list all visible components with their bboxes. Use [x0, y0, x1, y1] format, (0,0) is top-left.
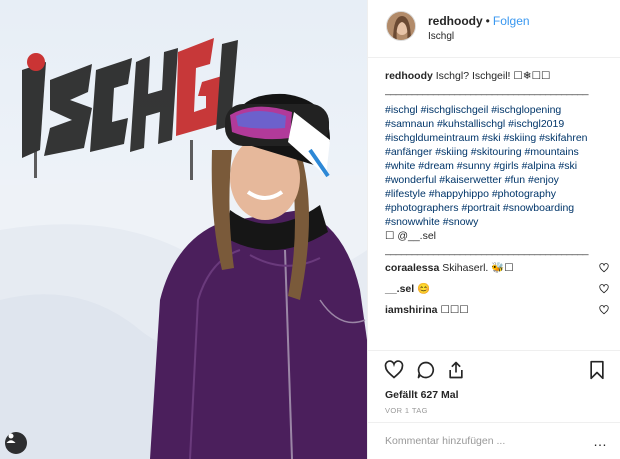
person-tag-icon	[6, 433, 16, 443]
share-icon	[449, 361, 463, 379]
header-username[interactable]: redhoody	[428, 14, 483, 28]
post-header: redhoody • Folgen Ischgl	[368, 0, 620, 58]
share-button[interactable]	[446, 360, 466, 385]
heart-icon	[599, 284, 609, 294]
caption-divider-top: ______________________________________	[385, 84, 588, 96]
comment-text: 😊	[417, 283, 431, 295]
location-link[interactable]: Ischgl	[428, 31, 454, 42]
caption-hashtags[interactable]: #ischgl #ischglischgeil #ischglopening #…	[385, 103, 595, 229]
caption-mention[interactable]: ☐ @__.sel	[385, 229, 595, 243]
comment-like-button[interactable]	[599, 305, 609, 319]
heart-icon	[599, 263, 609, 273]
post-photo[interactable]	[0, 0, 367, 459]
avatar-image	[387, 12, 415, 40]
more-options-icon[interactable]: …	[593, 433, 607, 449]
photo-illustration	[0, 38, 367, 459]
bookmark-button[interactable]	[588, 360, 606, 385]
comments-area[interactable]: redhoody Ischgl? Ischgeil! ☐❄☐☐ ________…	[368, 59, 620, 349]
comment-like-button[interactable]	[599, 263, 609, 277]
caption-divider-bottom: ______________________________________	[385, 244, 588, 256]
post-timestamp: VOR 1 TAG	[385, 406, 428, 415]
comment-button[interactable]	[416, 360, 436, 385]
add-comment-bar: …	[368, 422, 620, 459]
heart-icon	[599, 305, 609, 315]
avatar[interactable]	[386, 11, 416, 41]
comment-icon	[417, 361, 435, 379]
post-actions: Gefällt 627 Mal VOR 1 TAG	[368, 350, 620, 420]
comment-item: iamshirina ☐☐☐	[385, 303, 609, 322]
comment-item: __.sel 😊	[385, 282, 609, 301]
like-button[interactable]	[384, 360, 404, 385]
comment-item: coraalessa Skihaserl. 🐝☐	[385, 261, 609, 280]
comment-username[interactable]: iamshirina	[385, 304, 438, 316]
bookmark-icon	[590, 360, 604, 380]
post-side-panel: redhoody • Folgen Ischgl redhoody Ischgl? …	[367, 0, 620, 459]
person-tag-button[interactable]	[5, 432, 27, 454]
caption-text: Ischgl? Ischgeil! ☐❄☐☐	[435, 70, 551, 82]
header-separator: •	[485, 14, 490, 28]
follow-button[interactable]: Folgen	[493, 14, 530, 28]
comment-username[interactable]: coraalessa	[385, 262, 439, 274]
heart-icon	[384, 360, 404, 379]
comment-text: Skihaserl. 🐝☐	[442, 262, 514, 274]
comment-input[interactable]	[385, 433, 575, 449]
comment-like-button[interactable]	[599, 284, 609, 298]
caption: redhoody Ischgl? Ischgeil! ☐❄☐☐	[385, 69, 595, 83]
comment-username[interactable]: __.sel	[385, 283, 414, 295]
header-username-row: redhoody • Folgen	[428, 14, 530, 28]
likes-count[interactable]: Gefällt 627 Mal	[385, 389, 459, 401]
caption-username[interactable]: redhoody	[385, 70, 433, 82]
comment-text: ☐☐☐	[440, 304, 469, 316]
